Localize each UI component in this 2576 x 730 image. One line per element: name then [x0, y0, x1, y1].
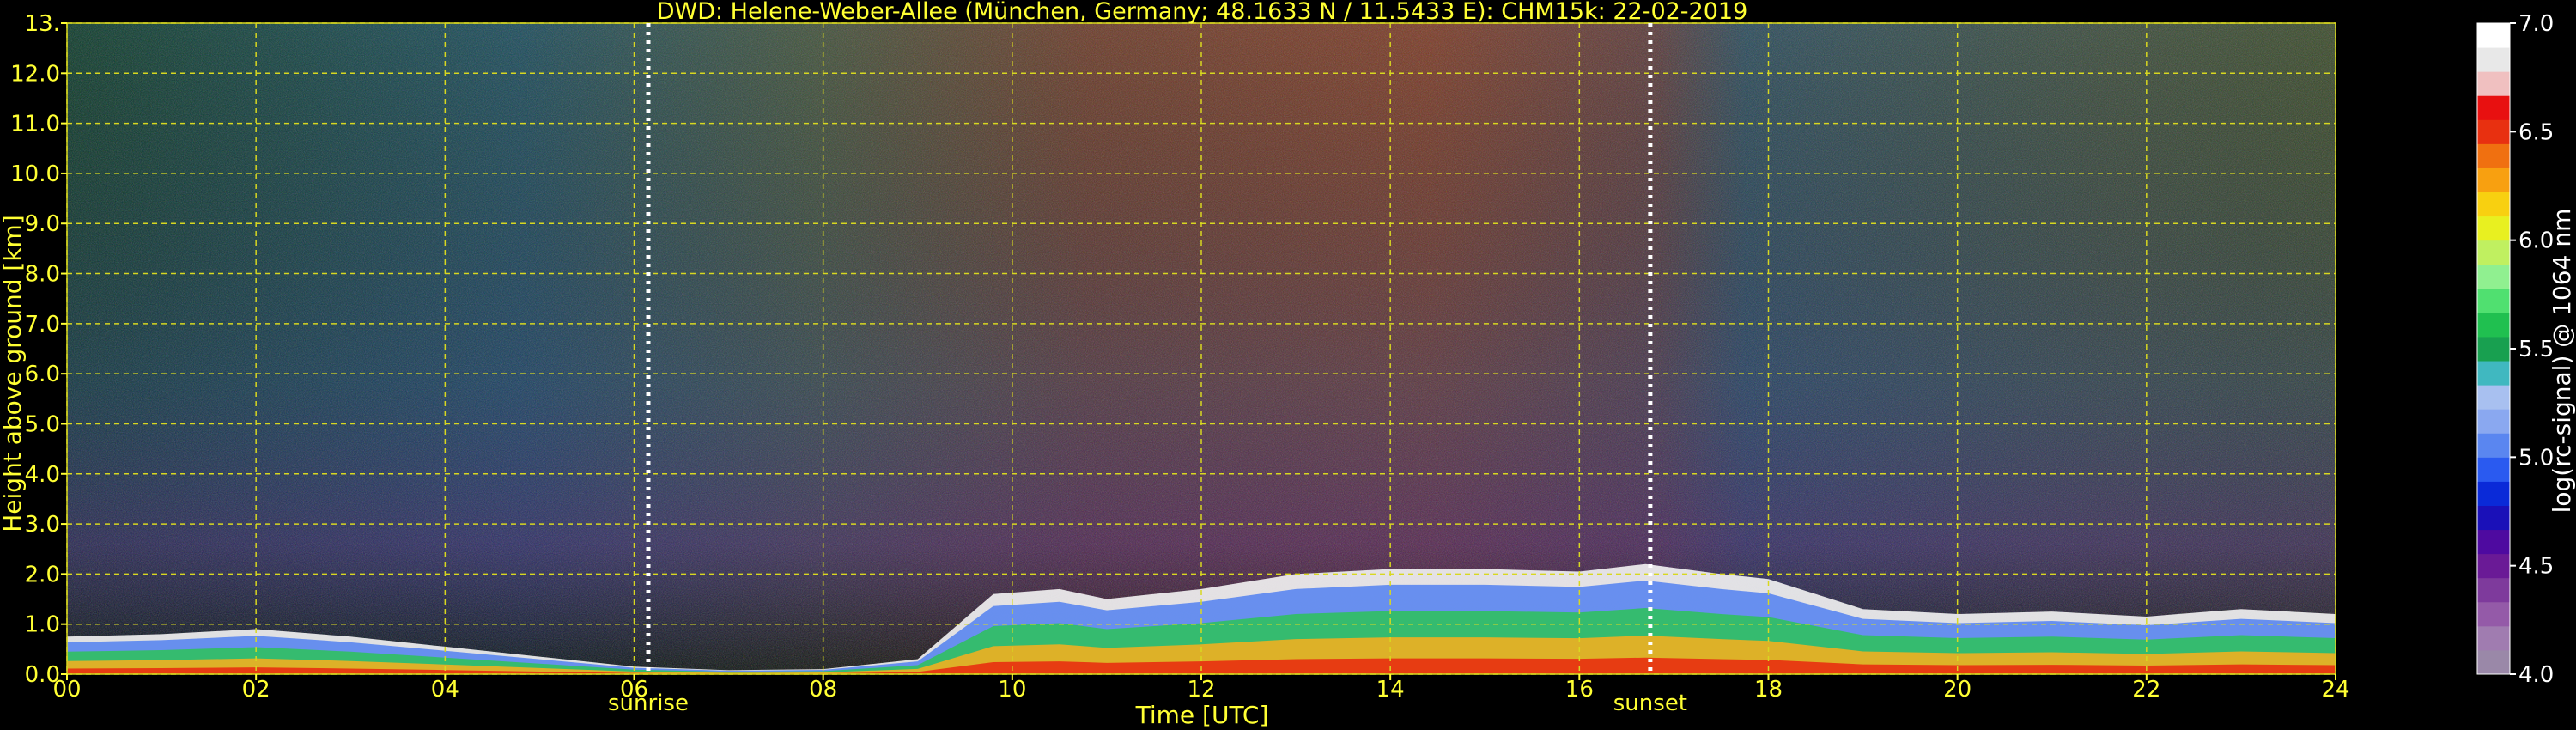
- sun-marker-label: sunset: [1613, 690, 1687, 716]
- colorbar-tick-label: 6.5: [2518, 119, 2554, 145]
- x-tick-label: 14: [1376, 677, 1405, 703]
- colorbar-segment: [2477, 264, 2510, 289]
- y-tick-label: 5.0: [25, 411, 60, 437]
- colorbar-segment: [2477, 601, 2510, 627]
- y-tick-label: 8.0: [25, 262, 60, 288]
- y-tick-label: 11.0: [10, 112, 60, 137]
- colorbar-segment: [2477, 47, 2510, 72]
- colorbar-segment: [2477, 481, 2510, 506]
- y-tick-label: 4.0: [25, 462, 60, 488]
- colorbar-tick-label: 7.0: [2518, 11, 2554, 37]
- x-tick-label: 02: [242, 677, 270, 703]
- x-tick-label: 06: [620, 677, 648, 703]
- x-tick-label: 24: [2321, 677, 2349, 703]
- x-tick-label: 16: [1565, 677, 1594, 703]
- y-tick-label: 2.0: [25, 562, 60, 587]
- colorbar-segment: [2477, 529, 2510, 555]
- colorbar: 4.04.55.05.56.06.57.0: [2476, 11, 2554, 688]
- colorbar-segment: [2477, 361, 2510, 386]
- colorbar-tick-label: 4.0: [2518, 662, 2554, 688]
- colorbar-segment: [2477, 23, 2510, 48]
- y-tick-label: 1.0: [25, 612, 60, 638]
- x-tick-label: 04: [431, 677, 459, 703]
- colorbar-segment: [2477, 649, 2510, 675]
- colorbar-segment: [2477, 553, 2510, 579]
- x-axis-label: Time [UTC]: [1135, 701, 1269, 729]
- y-tick-label: 3.0: [25, 512, 60, 538]
- x-tick-label: 00: [52, 677, 81, 703]
- x-tick-label: 22: [2132, 677, 2160, 703]
- x-tick-label: 18: [1754, 677, 1783, 703]
- colorbar-segment: [2477, 505, 2510, 531]
- colorbar-segment: [2477, 240, 2510, 265]
- colorbar-segment: [2477, 625, 2510, 651]
- colorbar-segment: [2477, 336, 2510, 362]
- x-tick-label: 12: [1187, 677, 1215, 703]
- colorbar-segment: [2477, 192, 2510, 217]
- colorbar-segment: [2477, 312, 2510, 338]
- colorbar-segment: [2477, 385, 2510, 410]
- x-axis: 00 02 04 06 08 10 12 14 16 18 20 22 24: [52, 674, 2350, 703]
- colorbar-segment: [2477, 433, 2510, 458]
- y-tick-label: 6.0: [25, 362, 60, 387]
- lidar-ceilometer-chart: sunrise sunset 0.01.02.03.04.05.06.07.08.…: [0, 0, 2576, 729]
- y-axis-label: Height above ground [km]: [0, 215, 27, 532]
- y-tick-label: 12.0: [10, 61, 60, 87]
- colorbar-segment: [2477, 409, 2510, 434]
- y-tick-label: 7.0: [25, 312, 60, 338]
- y-tick-label: 9.0: [25, 211, 60, 237]
- colorbar-segment: [2477, 288, 2510, 313]
- colorbar-label: log(rc-signal) @ 1064 nm: [2548, 209, 2576, 514]
- y-tick-label: 10.0: [10, 161, 60, 187]
- colorbar-tick-label: 4.5: [2518, 554, 2554, 580]
- x-tick-label: 08: [809, 677, 837, 703]
- y-tick-label: 13.: [25, 11, 60, 37]
- colorbar-segment: [2477, 167, 2510, 193]
- x-tick-label: 20: [1943, 677, 1971, 703]
- colorbar-segment: [2477, 577, 2510, 603]
- colorbar-segment: [2477, 71, 2510, 96]
- colorbar-segment: [2477, 95, 2510, 120]
- chart-title: DWD: Helene-Weber-Allee (München, German…: [657, 0, 1748, 25]
- colorbar-segment: [2477, 457, 2510, 482]
- colorbar-segment: [2477, 119, 2510, 144]
- x-tick-label: 10: [998, 677, 1026, 703]
- colorbar-segment: [2477, 143, 2510, 168]
- colorbar-segment: [2477, 216, 2510, 241]
